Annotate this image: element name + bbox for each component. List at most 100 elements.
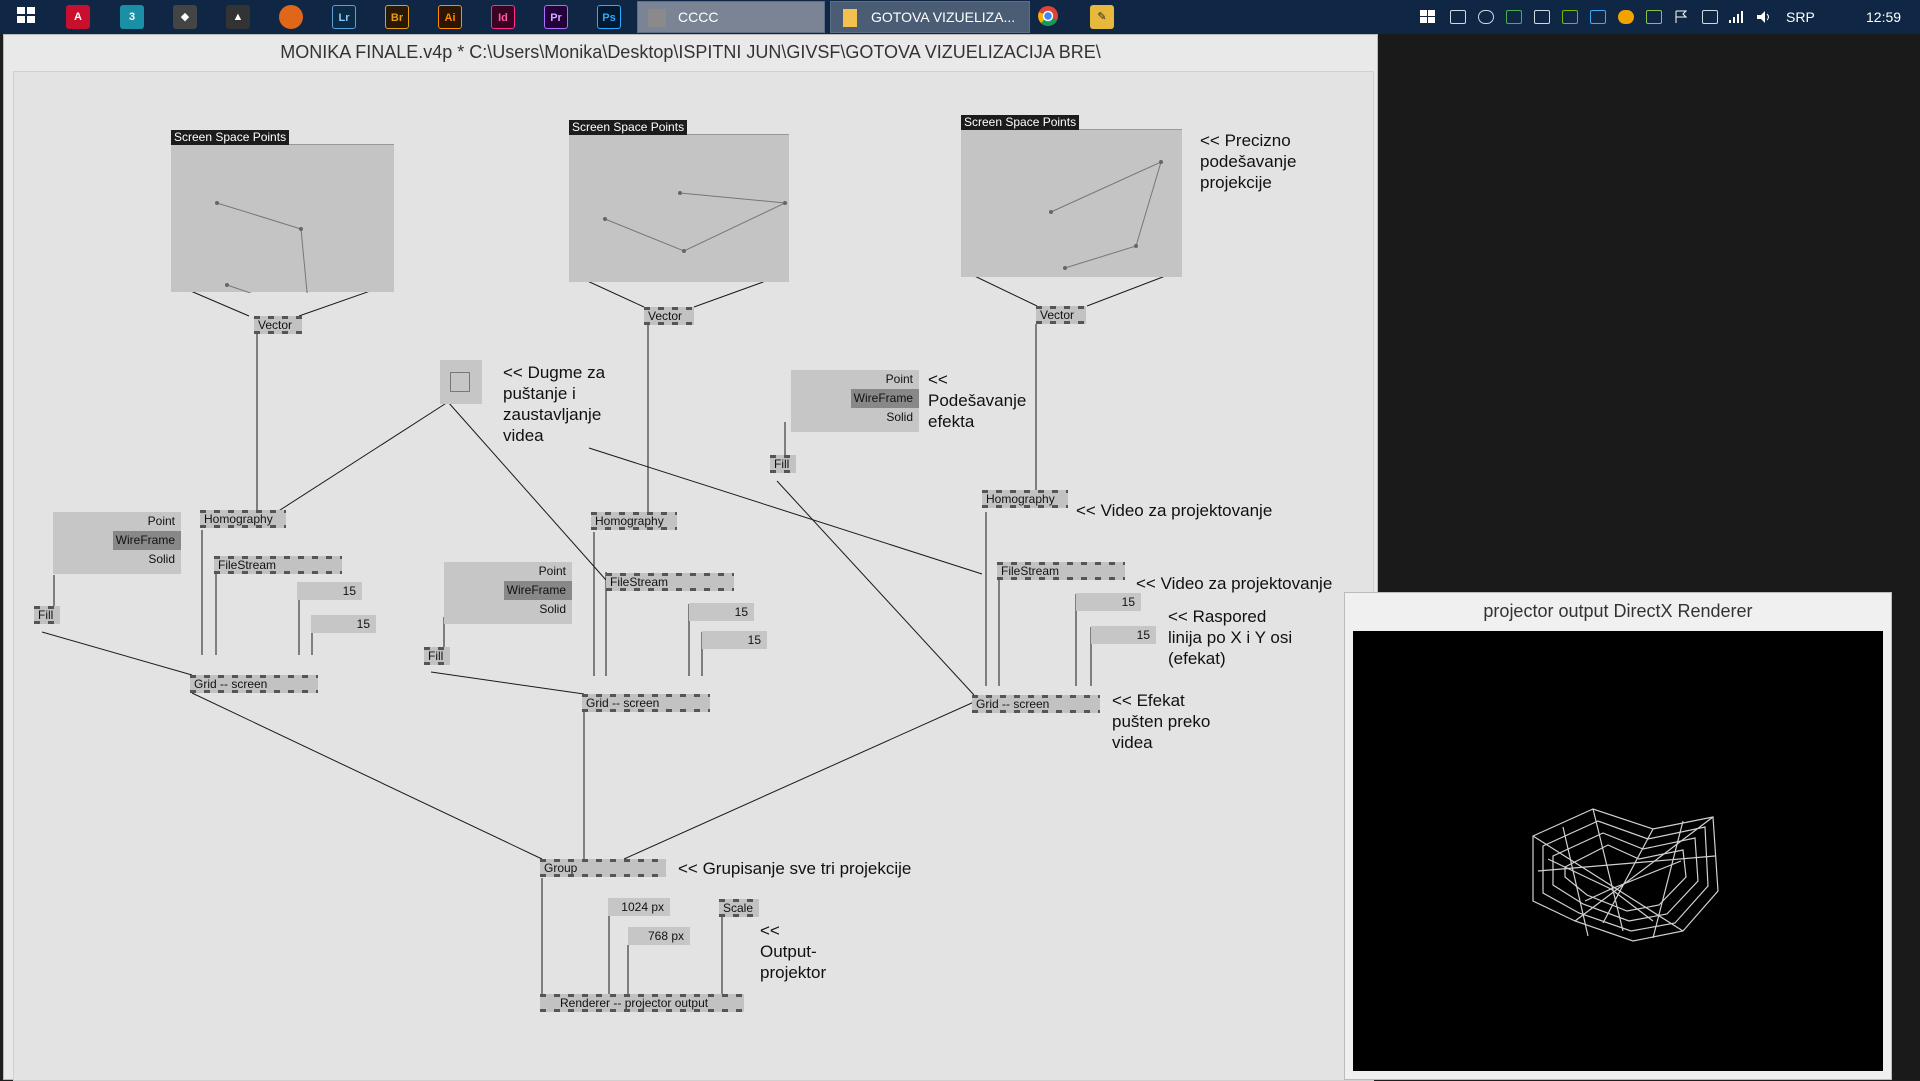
nvidia-icon[interactable] — [1562, 10, 1578, 24]
recycle-icon[interactable] — [1450, 10, 1466, 24]
ssp-label: Screen Space Points — [569, 120, 688, 135]
ssp-points — [1049, 160, 1163, 270]
windows-start-icon[interactable] — [14, 5, 38, 29]
language-indicator[interactable]: SRP — [1786, 0, 1815, 34]
battery-icon[interactable] — [1702, 10, 1718, 24]
group-node[interactable]: Group — [540, 859, 666, 877]
illustrator-icon[interactable]: Ai — [438, 5, 462, 29]
filestream-node-1[interactable]: FileStream — [214, 556, 342, 574]
task-label: GOTOVA VIZUELIZA... — [871, 9, 1016, 25]
inkscape-icon[interactable]: ▲ — [226, 5, 250, 29]
3dsmax-icon[interactable]: 3 — [120, 5, 144, 29]
comment-grouping: << Grupisanje sve tri projekcije — [678, 859, 912, 878]
render-mode-enum-2[interactable]: Point WireFrame Solid — [444, 562, 572, 624]
grid-screen-node-3[interactable]: Grid -- screen — [972, 695, 1100, 713]
render-mode-enum-1[interactable]: Point WireFrame Solid — [53, 512, 181, 574]
patch-title: MONIKA FINALE.v4p * C:\Users\Monika\Desk… — [280, 42, 1101, 62]
renderer-viewport[interactable] — [1353, 631, 1883, 1071]
wireframe-output-graphic — [1532, 808, 1719, 942]
grid-x-value-3[interactable]: 15 — [1076, 593, 1141, 611]
enum-item-solid[interactable]: Solid — [444, 600, 572, 619]
directx-renderer-window[interactable]: projector output DirectX Renderer — [1344, 592, 1892, 1080]
autocad-icon[interactable]: A — [66, 5, 90, 29]
fill-node-2[interactable]: Fill — [424, 647, 450, 665]
grid-x-value-1[interactable]: 15 — [297, 582, 362, 600]
fill-node-1[interactable]: Fill — [34, 606, 60, 624]
task-cccc[interactable]: CCCC — [637, 1, 825, 33]
chrome-icon[interactable] — [1036, 5, 1060, 29]
enum-item-wireframe[interactable]: WireFrame — [113, 531, 181, 550]
bridge-icon[interactable]: Br — [385, 5, 409, 29]
vvvv-patch-window: MONIKA FINALE.v4p * C:\Users\Monika\Desk… — [3, 34, 1378, 1081]
enum-item-point[interactable]: Point — [791, 370, 919, 389]
render-height-value[interactable]: 768 px — [628, 927, 690, 945]
clock[interactable]: 12:59 — [1866, 0, 1901, 34]
comment-video-1: << Video za projektovanje — [1076, 501, 1273, 520]
grid-y-value-2[interactable]: 15 — [702, 631, 767, 649]
firefox-icon[interactable] — [279, 5, 303, 29]
screen-space-points-1[interactable]: Screen Space Points — [171, 130, 394, 315]
drive-icon[interactable] — [1506, 10, 1522, 24]
sync-icon[interactable] — [1646, 10, 1662, 24]
grid-screen-node-1[interactable]: Grid -- screen — [190, 675, 318, 693]
task-explorer[interactable]: GOTOVA VIZUELIZA... — [830, 1, 1030, 33]
patch-canvas[interactable]: Screen Space Points Screen Space Points … — [13, 71, 1374, 1081]
scale-node[interactable]: Scale — [719, 899, 759, 917]
wifi-icon[interactable] — [1728, 10, 1744, 24]
pencil-app-icon[interactable]: ✎ — [1090, 5, 1114, 29]
comment-video-2: << Video za projektovanje — [1136, 574, 1333, 593]
grid-y-value-1[interactable]: 15 — [311, 615, 376, 633]
vector-node-3[interactable]: Vector — [1036, 306, 1086, 324]
windows-tray-icon[interactable] — [1420, 10, 1436, 24]
enum-item-solid[interactable]: Solid — [53, 550, 181, 569]
wire — [191, 692, 543, 860]
ssp-points — [215, 201, 311, 315]
comment-effect-over-video: << Efekat pušten preko videa — [1112, 691, 1211, 752]
wire — [276, 401, 449, 513]
windows-taskbar: A 3 ◆ ▲ Lr Br Ai Id Pr Ps CCCC GOTOVA VI… — [0, 0, 1920, 34]
enum-item-point[interactable]: Point — [444, 562, 572, 581]
avast-icon[interactable] — [1618, 10, 1634, 24]
enum-item-wireframe[interactable]: WireFrame — [851, 389, 919, 408]
folder-icon — [843, 9, 857, 27]
renderer-node[interactable]: Renderer -- projector output — [540, 994, 744, 1012]
unity-icon[interactable]: ◆ — [173, 5, 197, 29]
render-mode-enum-3[interactable]: Point WireFrame Solid — [791, 370, 919, 432]
volume-icon[interactable] — [1756, 10, 1772, 24]
grid-y-value-3[interactable]: 15 — [1091, 626, 1156, 644]
ssp-label: Screen Space Points — [171, 130, 290, 145]
renderer-window-title: projector output DirectX Renderer — [1483, 601, 1753, 621]
comment-effects: << Podešavanje efekta — [928, 370, 1027, 431]
comment-line-layout: << Raspored linija po X i Y osi (efekat) — [1168, 607, 1293, 668]
play-stop-toggle[interactable] — [440, 360, 482, 404]
vector-node-1[interactable]: Vector — [254, 316, 302, 334]
grid-screen-node-2[interactable]: Grid -- screen — [582, 694, 710, 712]
network-icon[interactable] — [1590, 10, 1606, 24]
enum-item-solid[interactable]: Solid — [791, 408, 919, 427]
screen-space-points-3[interactable]: Screen Space Points — [961, 115, 1182, 277]
monitor-icon[interactable] — [1534, 10, 1550, 24]
grid-x-value-2[interactable]: 15 — [689, 603, 754, 621]
comment-output: << Output- projektor — [760, 921, 827, 982]
homography-node-3[interactable]: Homography — [982, 490, 1068, 508]
indesign-icon[interactable]: Id — [491, 5, 515, 29]
flag-icon[interactable] — [1674, 10, 1690, 24]
comment-precision: << Precizno podešavanje projekcije — [1200, 131, 1297, 192]
filestream-node-3[interactable]: FileStream — [997, 562, 1125, 580]
premiere-icon[interactable]: Pr — [544, 5, 568, 29]
render-width-value[interactable]: 1024 px — [608, 898, 670, 916]
fill-node-3[interactable]: Fill — [770, 455, 796, 473]
enum-item-wireframe[interactable]: WireFrame — [504, 581, 572, 600]
vector-node-2[interactable]: Vector — [644, 307, 694, 325]
wire — [623, 701, 975, 860]
enum-item-point[interactable]: Point — [53, 512, 181, 531]
wire — [776, 480, 975, 696]
cloud-icon[interactable] — [1478, 10, 1494, 24]
homography-node-2[interactable]: Homography — [591, 512, 677, 530]
photoshop-icon[interactable]: Ps — [597, 5, 621, 29]
lightroom-icon[interactable]: Lr — [332, 5, 356, 29]
homography-node-1[interactable]: Homography — [200, 510, 286, 528]
app-icon — [648, 9, 666, 27]
filestream-node-2[interactable]: FileStream — [606, 573, 734, 591]
screen-space-points-2[interactable]: Screen Space Points — [569, 120, 789, 282]
